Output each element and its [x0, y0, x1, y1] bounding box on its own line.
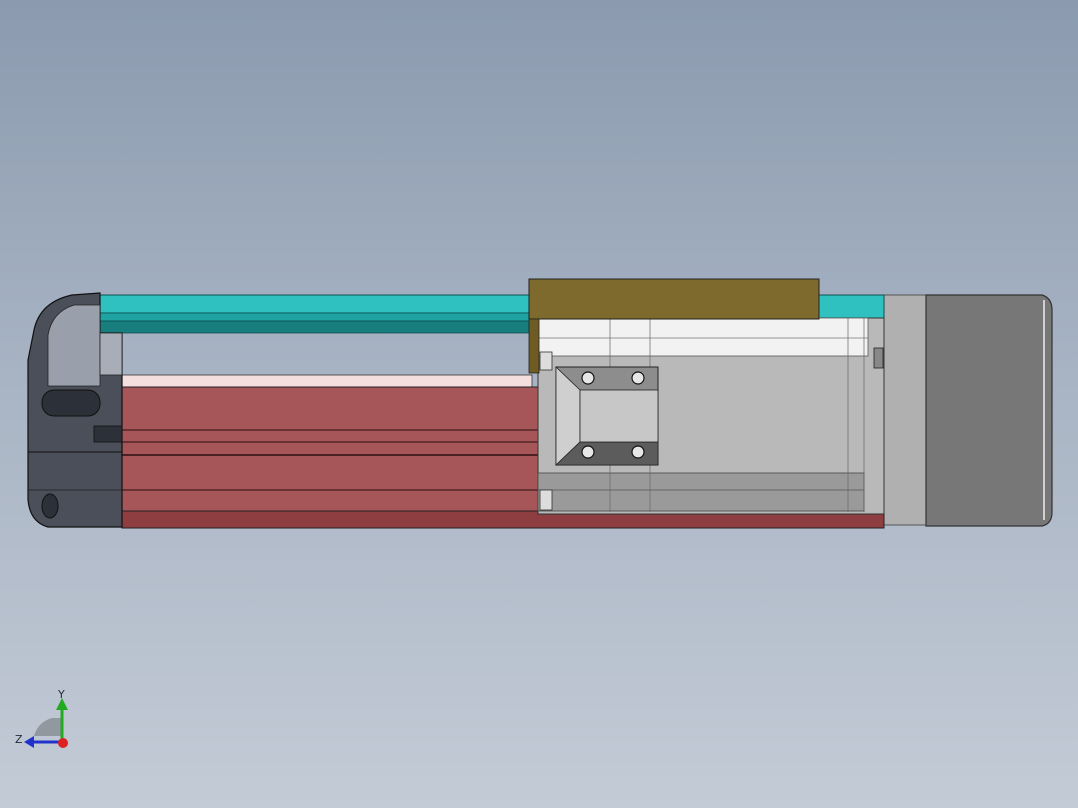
slider-block[interactable]: [537, 317, 885, 515]
linear-actuator-model[interactable]: [0, 0, 1078, 808]
triad-plane-icon: [34, 718, 62, 736]
orientation-triad: Y Z: [15, 688, 68, 748]
z-axis-label: Z: [15, 733, 23, 746]
x-axis-icon: [58, 738, 68, 748]
y-axis-label: Y: [57, 688, 65, 701]
motor[interactable]: [883, 294, 1053, 527]
cad-viewport[interactable]: Y Z: [0, 0, 1078, 808]
